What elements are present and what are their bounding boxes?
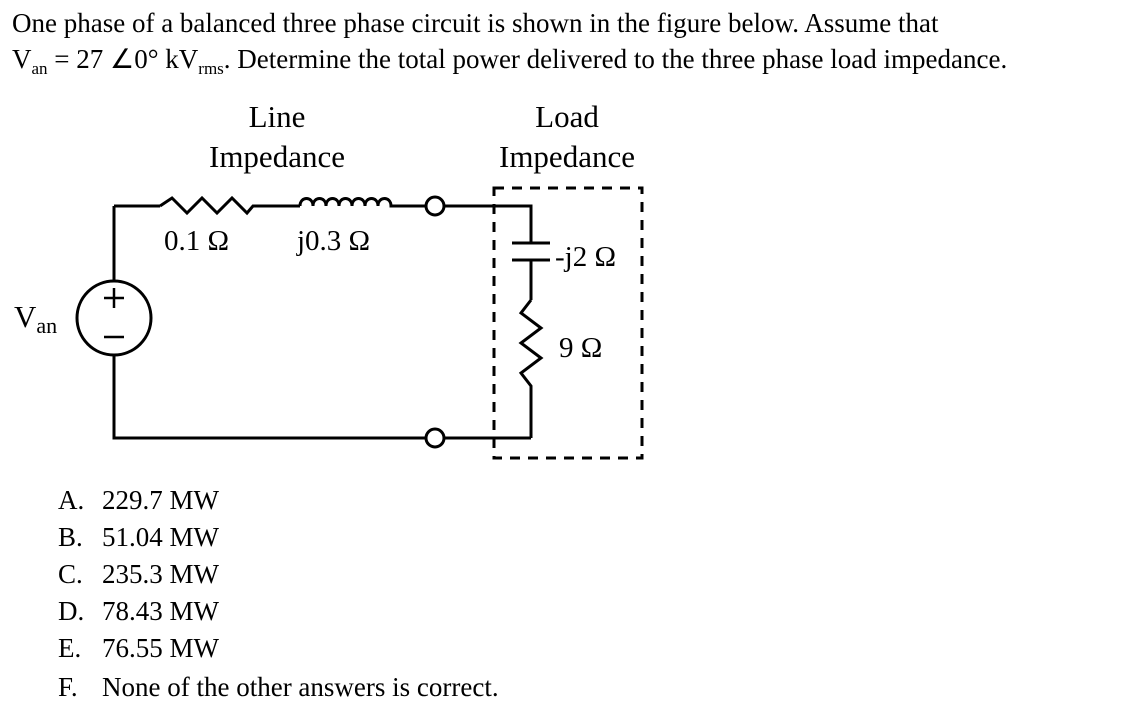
load-capacitor-label: -j2 Ω [555, 241, 617, 273]
choice-c[interactable]: C. 235.3 MW [58, 559, 219, 589]
load-capacitor [512, 241, 550, 262]
load-box [492, 186, 644, 460]
line-inductor-label: j0.3 Ω [297, 225, 371, 257]
line-inductor [298, 197, 425, 208]
source-label: Van [14, 299, 58, 338]
choice-a[interactable]: A. 229.7 MW [58, 485, 219, 515]
wire-top-right [444, 204, 533, 243]
terminal-bottom [424, 427, 446, 449]
load-resistor [518, 299, 544, 438]
load-resistor-label: 9 Ω [559, 332, 603, 364]
line-resistor [159, 195, 300, 216]
wire-top-left [112, 204, 160, 281]
choice-b[interactable]: B. 51.04 MW [58, 522, 219, 552]
plus-icon [104, 288, 124, 308]
choice-e[interactable]: E. 76.55 MW [58, 633, 219, 663]
choice-f[interactable]: F. None of the other answers is correct. [58, 672, 499, 702]
terminal-top [424, 195, 446, 217]
wire-bottom-left [112, 355, 426, 440]
line-resistor-label: 0.1 Ω [164, 225, 230, 257]
choice-d[interactable]: D. 78.43 MW [58, 596, 219, 626]
